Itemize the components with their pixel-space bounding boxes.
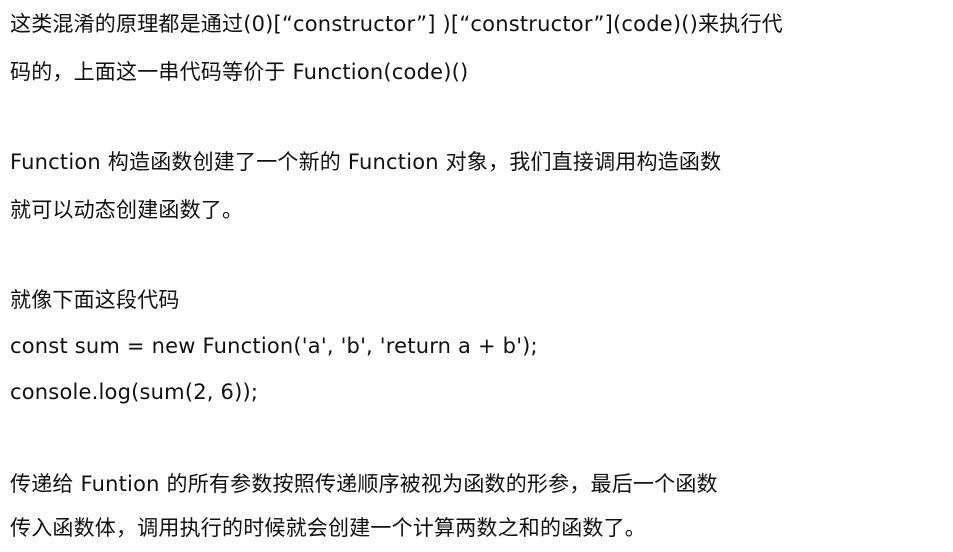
code-line-2: console.log(sum(2, 6)); (10, 380, 259, 404)
code-line-1: const sum = new Function('a', 'b', 'retu… (10, 334, 538, 358)
paragraph-1-line-1: 这类混淆的原理都是通过(0)[“constructor”] )[“constru… (10, 12, 783, 36)
paragraph-4-line-1: 传递给 Funtion 的所有参数按照传递顺序被视为函数的形参，最后一个函数 (10, 472, 718, 496)
paragraph-4-line-2: 传入函数体，调用执行的时候就会创建一个计算两数之和的函数了。 (10, 516, 646, 540)
paragraph-1-line-2: 码的，上面这一串代码等价于 Function(code)() (10, 60, 469, 84)
paragraph-2-line-2: 就可以动态创建函数了。 (10, 198, 244, 222)
paragraph-2-line-1: Function 构造函数创建了一个新的 Function 对象，我们直接调用构… (10, 150, 722, 174)
paragraph-3-line-1: 就像下面这段代码 (10, 288, 180, 312)
